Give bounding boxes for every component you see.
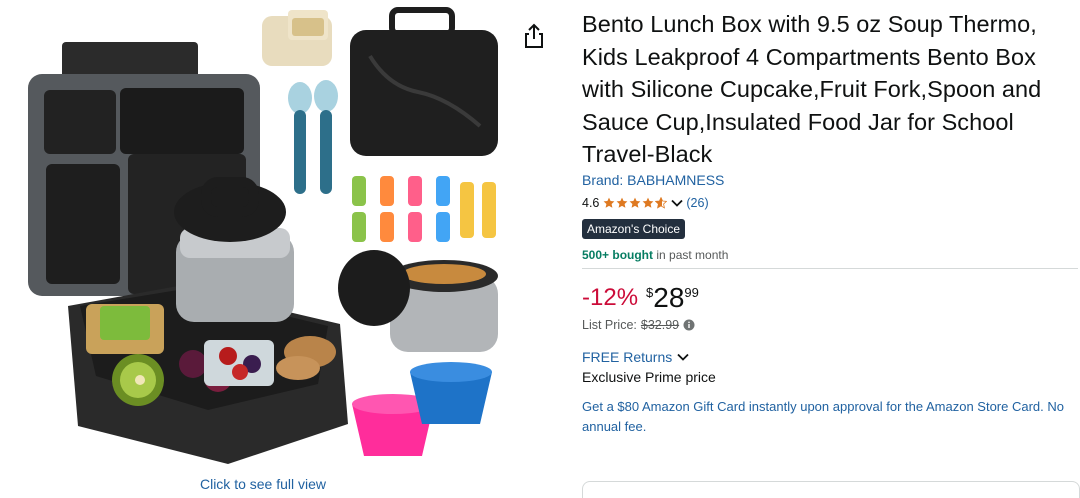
divider xyxy=(582,267,1078,269)
price-row: -12% $ 28 99 xyxy=(582,281,1080,315)
product-title: Bento Lunch Box with 9.5 oz Soup Thermo,… xyxy=(582,11,1042,167)
list-price-row: List Price: $32.99 xyxy=(582,318,1080,332)
review-count-link[interactable]: (26) xyxy=(686,196,708,210)
chevron-down-icon xyxy=(677,353,689,361)
gift-card-offer-link[interactable]: Get a $80 Amazon Gift Card instantly upo… xyxy=(582,397,1080,437)
brand-link[interactable]: Brand: BABHAMNESS xyxy=(582,172,1080,188)
bought-text: in past month xyxy=(653,247,729,262)
rating-row: 4.6 (26) xyxy=(582,193,1080,213)
soup-thermos-open xyxy=(338,250,498,352)
bought-in-past-month: 500+ bought in past month xyxy=(582,248,1080,262)
amazons-choice-badge: Amazon's Choice xyxy=(582,218,685,239)
fork-and-spoon xyxy=(288,80,338,194)
product-details: Bento Lunch Box with 9.5 oz Soup Thermo,… xyxy=(582,8,1080,437)
share-icon[interactable] xyxy=(521,22,547,50)
rating-value: 4.6 xyxy=(582,195,600,210)
list-price-value: $32.99 xyxy=(640,317,680,332)
info-icon[interactable] xyxy=(683,319,695,331)
bought-count: 500+ bought xyxy=(582,247,654,262)
price-currency: $ xyxy=(646,284,654,300)
chevron-down-icon[interactable] xyxy=(670,196,684,210)
star-icon xyxy=(642,197,654,208)
purchase-options-box[interactable] xyxy=(582,481,1080,498)
list-price-label: List Price: xyxy=(582,317,637,332)
star-icon xyxy=(603,197,615,208)
fruit-forks xyxy=(352,176,496,242)
free-returns-label: FREE Returns xyxy=(582,348,673,365)
discount-percent: -12% xyxy=(582,283,639,311)
sauce-cup xyxy=(262,10,332,66)
silicone-cupcakes xyxy=(352,362,492,456)
badge-label: Amazon's Choice xyxy=(587,221,680,236)
star-icon xyxy=(629,197,641,208)
full-view-link[interactable]: Click to see full view xyxy=(0,476,526,492)
star-half-icon xyxy=(655,196,668,209)
lunch-box-closed xyxy=(350,7,498,156)
soup-thermos-closed xyxy=(174,177,294,322)
image-gallery: Click to see full view xyxy=(0,0,560,498)
prime-price-label: Exclusive Prime price xyxy=(582,368,716,385)
free-returns-link[interactable]: FREE Returns xyxy=(582,349,1080,365)
star-rating[interactable] xyxy=(603,196,668,209)
product-image[interactable] xyxy=(18,6,504,468)
star-icon xyxy=(616,197,628,208)
price-fraction: 99 xyxy=(684,284,699,300)
price-whole: 28 xyxy=(653,281,685,313)
